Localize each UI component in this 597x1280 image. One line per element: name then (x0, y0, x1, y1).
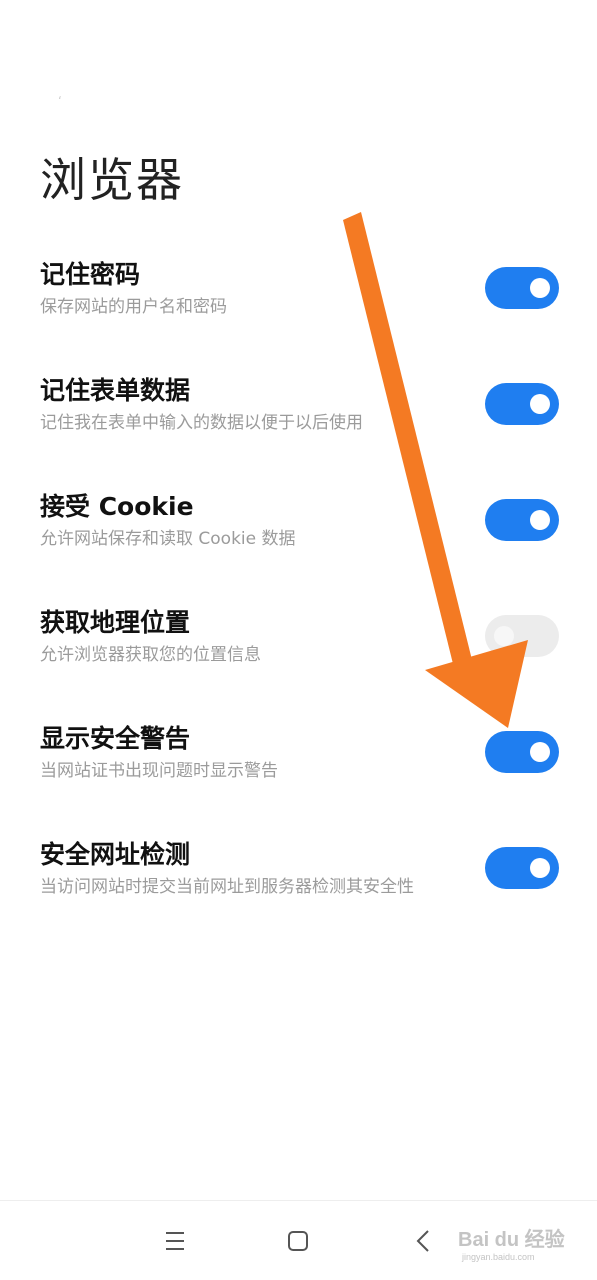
settings-list: 记住密码 保存网站的用户名和密码 记住表单数据 记住我在表单中输入的数据以便于以… (0, 240, 597, 936)
setting-description: 允许浏览器获取您的位置信息 (40, 645, 261, 665)
setting-title: 接受 Cookie (40, 492, 194, 521)
setting-description: 当访问网站时提交当前网址到服务器检测其安全性 (40, 877, 414, 897)
setting-description: 保存网站的用户名和密码 (40, 297, 227, 317)
setting-title: 记住表单数据 (40, 376, 191, 405)
accept-cookie-toggle[interactable] (485, 499, 559, 541)
watermark-main: Bai du 经验 (458, 1229, 565, 1251)
setting-description: 当网站证书出现问题时显示警告 (40, 761, 278, 781)
setting-get-location[interactable]: 获取地理位置 允许浏览器获取您的位置信息 (0, 588, 597, 704)
toggle-knob (530, 858, 550, 878)
setting-description: 记住我在表单中输入的数据以便于以后使用 (40, 413, 363, 433)
back-arrow-icon[interactable]: ‘ (58, 95, 68, 107)
remember-password-toggle[interactable] (485, 267, 559, 309)
toggle-knob (494, 626, 514, 646)
setting-accept-cookie[interactable]: 接受 Cookie 允许网站保存和读取 Cookie 数据 (0, 472, 597, 588)
toggle-knob (530, 742, 550, 762)
watermark-sub: jingyan.baidu.com (462, 1252, 535, 1262)
setting-safe-url-check[interactable]: 安全网址检测 当访问网站时提交当前网址到服务器检测其安全性 (0, 820, 597, 936)
toggle-knob (530, 394, 550, 414)
toggle-knob (530, 510, 550, 530)
setting-title: 获取地理位置 (40, 608, 191, 637)
menu-icon[interactable] (157, 1223, 193, 1259)
back-chevron-icon[interactable] (406, 1223, 442, 1259)
remember-form-data-toggle[interactable] (485, 383, 559, 425)
setting-remember-form-data[interactable]: 记住表单数据 记住我在表单中输入的数据以便于以后使用 (0, 356, 597, 472)
page-title: 浏览器 (40, 153, 184, 207)
toggle-knob (530, 278, 550, 298)
safe-url-check-toggle[interactable] (485, 847, 559, 889)
setting-title: 安全网址检测 (40, 840, 191, 869)
setting-description: 允许网站保存和读取 Cookie 数据 (40, 529, 296, 549)
setting-show-security-warning[interactable]: 显示安全警告 当网站证书出现问题时显示警告 (0, 704, 597, 820)
setting-title: 记住密码 (40, 260, 141, 289)
home-square-icon[interactable] (280, 1223, 316, 1259)
show-security-warning-toggle[interactable] (485, 731, 559, 773)
setting-title: 显示安全警告 (40, 724, 191, 753)
watermark: Bai du 经验 jingyan.baidu.com (458, 1222, 588, 1262)
setting-remember-password[interactable]: 记住密码 保存网站的用户名和密码 (0, 240, 597, 356)
get-location-toggle[interactable] (485, 615, 559, 657)
